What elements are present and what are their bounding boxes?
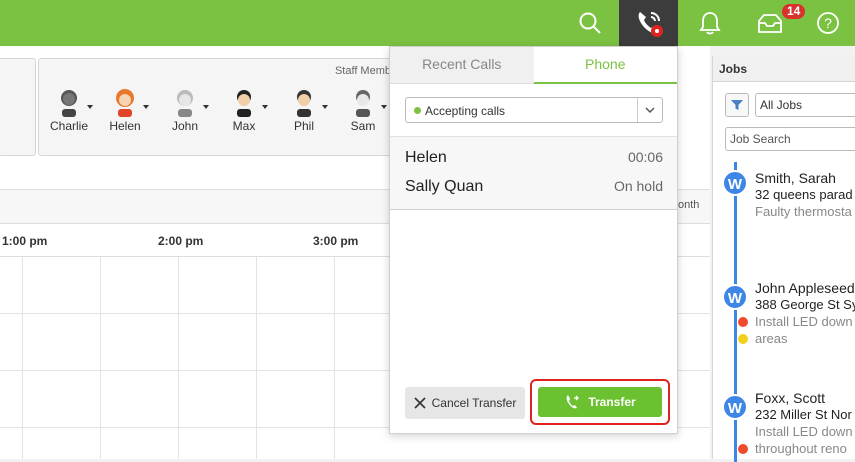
inbox-icon[interactable]: 14	[748, 0, 806, 46]
month-view-label[interactable]: onth	[678, 199, 699, 211]
jobs-title: Jobs	[713, 56, 855, 82]
staff-name: Sam	[350, 119, 376, 133]
job-description: Faulty thermosta	[755, 204, 852, 219]
active-calls-list: Helen 00:06 Sally Quan On hold	[390, 136, 677, 210]
filter-icon	[731, 100, 743, 110]
inbox-count-badge: 14	[782, 4, 806, 19]
caller-name: Sally Quan	[405, 178, 484, 195]
staff-member-john[interactable]: John	[157, 87, 213, 133]
phone-tabs: Recent Calls Phone	[390, 47, 677, 84]
help-icon[interactable]: ?	[810, 0, 846, 46]
staff-members-header: Staff Memb	[334, 65, 391, 77]
staff-member-phil[interactable]: Phil	[276, 87, 332, 133]
left-filter-box	[0, 58, 36, 156]
time-label: 2:00 pm	[158, 234, 204, 248]
status-dot-yellow	[738, 334, 748, 344]
time-label: 3:00 pm	[313, 234, 359, 248]
time-label: 1:00 pm	[2, 234, 48, 248]
staff-member-max[interactable]: Max	[216, 87, 272, 133]
jobs-panel: Jobs All Jobs Job Search W Smith, Sarah …	[712, 56, 855, 462]
cancel-transfer-label: Cancel Transfer	[431, 396, 517, 410]
chevron-down-icon[interactable]	[87, 105, 93, 109]
call-status-select[interactable]: Accepting calls	[405, 97, 663, 123]
job-search-input[interactable]: Job Search	[725, 127, 855, 151]
job-type-badge: W	[722, 284, 748, 310]
transfer-label: Transfer	[588, 395, 636, 409]
chevron-down-icon	[645, 107, 655, 114]
job-customer-name: Smith, Sarah	[755, 170, 836, 186]
transfer-button[interactable]: Transfer	[538, 387, 662, 417]
staff-member-sam[interactable]: Sam	[335, 87, 391, 133]
job-customer-name: John Appleseed	[755, 280, 855, 296]
job-description: Install LED down	[755, 314, 853, 329]
chevron-down-icon[interactable]	[381, 105, 387, 109]
tab-recent-calls[interactable]: Recent Calls	[390, 47, 534, 84]
status-indicator-dot	[414, 107, 421, 114]
cancel-transfer-button[interactable]: Cancel Transfer	[405, 387, 525, 419]
job-description: throughout reno	[755, 441, 847, 456]
staff-name: Helen	[109, 119, 141, 133]
call-duration: 00:06	[627, 149, 663, 165]
jobs-filter-select[interactable]: All Jobs	[755, 93, 855, 117]
status-dot-red	[738, 317, 748, 327]
staff-members-box: Staff Memb Charlie Helen John Max Phil S…	[38, 58, 398, 156]
job-description: Install LED down	[755, 424, 853, 439]
phone-transfer-icon	[566, 395, 580, 409]
chevron-down-icon[interactable]	[203, 105, 209, 109]
staff-member-helen[interactable]: Helen	[97, 87, 153, 133]
staff-name: Max	[232, 119, 256, 133]
staff-name: John	[171, 119, 199, 133]
staff-name: Charlie	[49, 119, 88, 133]
staff-name: Phil	[293, 119, 314, 133]
tab-phone[interactable]: Phone	[533, 47, 677, 84]
call-status-value: Accepting calls	[425, 104, 506, 118]
job-description: areas	[755, 331, 788, 346]
call-status: On hold	[613, 178, 663, 194]
chevron-down-icon[interactable]	[262, 105, 268, 109]
search-icon[interactable]	[568, 0, 612, 46]
job-address: 388 George St Sy	[755, 297, 855, 312]
transfer-highlight: Transfer	[530, 379, 670, 425]
staff-member-charlie[interactable]: Charlie	[41, 87, 97, 133]
svg-text:?: ?	[824, 15, 832, 31]
chevron-down-icon[interactable]	[322, 105, 328, 109]
chevron-down-icon[interactable]	[143, 105, 149, 109]
status-dot-red	[738, 444, 748, 454]
phone-popup: Recent Calls Phone Accepting calls Helen…	[389, 46, 678, 434]
filter-button[interactable]	[725, 93, 749, 117]
phone-call-icon[interactable]	[619, 0, 678, 46]
job-type-badge: W	[722, 394, 748, 420]
caller-name: Helen	[405, 149, 447, 166]
job-customer-name: Foxx, Scott	[755, 390, 826, 406]
top-navigation-bar: 14 ?	[0, 0, 855, 46]
job-address: 232 Miller St Nor	[755, 407, 852, 422]
bell-icon[interactable]	[690, 0, 730, 46]
job-type-badge: W	[722, 170, 748, 196]
close-icon	[414, 397, 426, 409]
job-address: 32 queens parad	[755, 187, 853, 202]
